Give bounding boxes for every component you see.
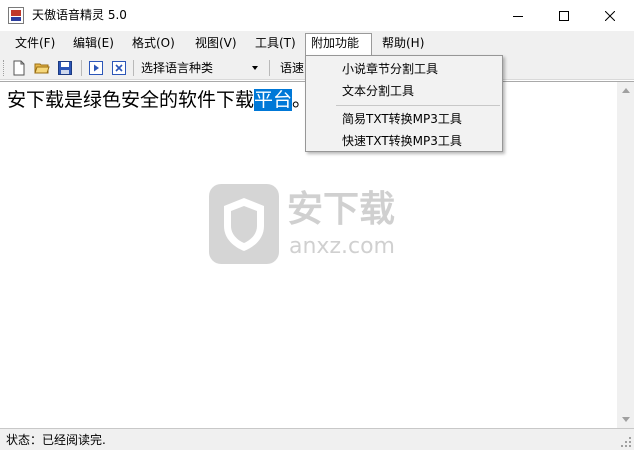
toolbar-grip[interactable] <box>3 60 6 76</box>
maximize-button[interactable] <box>541 0 587 31</box>
watermark-text-cn: 安下载 <box>287 189 396 230</box>
menu-item-fast-txt-to-mp3[interactable]: 快速TXT转换MP3工具 <box>308 130 500 152</box>
status-bar: 状态：已经阅读完. <box>0 428 634 450</box>
chevron-up-icon <box>621 88 630 93</box>
vertical-scrollbar[interactable] <box>617 82 634 428</box>
stop-icon <box>112 61 126 75</box>
language-select[interactable]: 选择语言种类 <box>138 59 262 77</box>
toolbar-separator <box>269 60 270 76</box>
menu-item-novel-chapter-split[interactable]: 小说章节分割工具 <box>308 58 500 80</box>
menu-item-simple-txt-to-mp3[interactable]: 简易TXT转换MP3工具 <box>308 108 500 130</box>
toolbar-separator <box>81 60 82 76</box>
maximize-icon <box>559 10 569 21</box>
stop-button[interactable] <box>110 59 128 77</box>
menu-bar: 文件(F) 编辑(E) 格式(O) 视图(V) 工具(T) 附加功能 帮助(H) <box>0 31 634 56</box>
menu-view[interactable]: 视图(V) <box>190 33 242 54</box>
new-file-button[interactable] <box>10 59 28 77</box>
watermark: 安下载 anxz.com <box>209 184 429 264</box>
toolbar-separator <box>133 60 134 76</box>
close-icon <box>605 10 615 21</box>
menu-format[interactable]: 格式(O) <box>127 33 180 54</box>
watermark-text-en: anxz.com <box>289 234 395 259</box>
app-logo-icon <box>8 7 24 24</box>
menu-file[interactable]: 文件(F) <box>10 33 60 54</box>
speed-label: 语速 <box>280 61 305 75</box>
chevron-down-icon <box>621 417 630 422</box>
scroll-down-button[interactable] <box>617 411 634 428</box>
editor-content[interactable]: 安下载是绿色安全的软件下载平台。 <box>7 88 311 112</box>
minimize-button[interactable] <box>495 0 541 31</box>
open-folder-button[interactable] <box>33 59 51 77</box>
save-icon <box>58 61 72 75</box>
chevron-down-icon <box>252 66 258 70</box>
close-button[interactable] <box>587 0 633 31</box>
menu-addons[interactable]: 附加功能 <box>305 33 372 56</box>
menu-separator <box>336 105 500 106</box>
new-file-icon <box>13 60 25 76</box>
menu-help[interactable]: 帮助(H) <box>377 33 429 54</box>
addons-dropdown-menu: 小说章节分割工具 文本分割工具 简易TXT转换MP3工具 快速TXT转换MP3工… <box>305 55 503 152</box>
play-button[interactable] <box>87 59 105 77</box>
save-button[interactable] <box>56 59 74 77</box>
open-folder-icon <box>34 63 50 74</box>
play-icon <box>89 61 103 75</box>
editor-text-plain: 安下载是绿色安全的软件下载 <box>7 89 255 111</box>
minimize-icon <box>513 15 523 17</box>
window-title: 天傲语音精灵 5.0 <box>32 8 127 22</box>
title-bar: 天傲语音精灵 5.0 <box>0 0 634 31</box>
menu-item-text-split[interactable]: 文本分割工具 <box>308 80 500 102</box>
editor-text-selected: 平台 <box>254 89 293 111</box>
status-text: 状态：已经阅读完. <box>6 433 106 447</box>
app-window: 天傲语音精灵 5.0 文件(F) 编辑(E) 格式(O) 视图(V) 工具(T)… <box>0 0 634 450</box>
menu-tools[interactable]: 工具(T) <box>250 33 301 54</box>
language-select-value: 选择语言种类 <box>141 61 214 75</box>
scroll-up-button[interactable] <box>617 82 634 99</box>
menu-edit[interactable]: 编辑(E) <box>68 33 119 54</box>
resize-grip-icon[interactable] <box>620 436 632 448</box>
